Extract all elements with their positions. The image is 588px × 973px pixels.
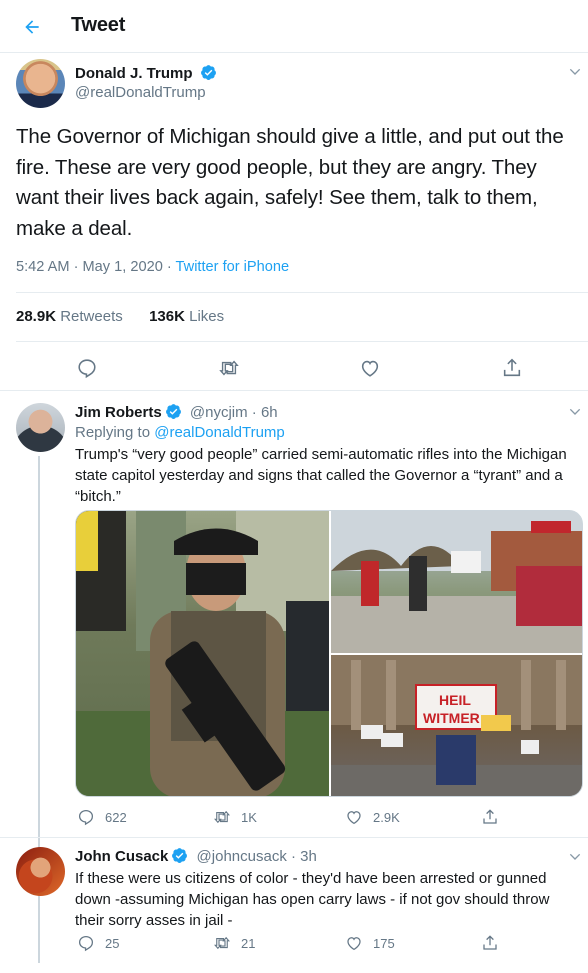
reply-author-handle[interactable]: @nycjim <box>190 404 248 421</box>
tweet-meta: 5:42 AM · May 1, 2020 · Twitter for iPho… <box>16 259 289 275</box>
retweet-action[interactable]: 21 <box>213 934 255 952</box>
reply-count: 622 <box>105 809 127 825</box>
main-author-handle[interactable]: @realDonaldTrump <box>75 84 206 101</box>
jim-roberts-avatar[interactable] <box>16 403 65 452</box>
reply-author-line: John Cusack @johncusack · 3h <box>75 847 317 868</box>
main-author-name[interactable]: Donald J. Trump <box>75 64 217 86</box>
photo-heil-witmer-sign[interactable]: HEIL WITMER <box>331 655 582 796</box>
sign-text-line1: HEIL <box>439 692 471 708</box>
share-icon[interactable] <box>501 357 523 379</box>
share-action[interactable] <box>481 934 499 952</box>
reply-age[interactable]: · 3h <box>291 848 317 865</box>
armed-protester-photo <box>76 511 329 796</box>
divider <box>0 390 588 391</box>
photo-grid[interactable]: HEIL WITMER <box>75 510 583 797</box>
chevron-down-icon[interactable] <box>567 849 583 865</box>
tweet-timestamp[interactable]: 5:42 AM · May 1, 2020 · <box>16 259 176 275</box>
photo-capitol-march[interactable] <box>331 511 582 653</box>
retweets-count: 28.9K <box>16 308 57 325</box>
main-tweet-text: The Governor of Michigan should give a l… <box>16 125 564 240</box>
back-arrow-icon[interactable] <box>18 14 46 40</box>
reply-icon[interactable] <box>77 808 95 826</box>
trump-avatar[interactable] <box>16 59 65 108</box>
like-count: 2.9K <box>373 809 400 825</box>
reply-text: If these were us citizens of color - the… <box>75 870 550 929</box>
retweet-icon[interactable] <box>213 808 231 826</box>
top-bar: Tweet <box>0 0 588 53</box>
replying-prefix: Replying to <box>75 424 155 441</box>
reply-actions: 622 1K 2.9K <box>75 808 570 830</box>
reply-author-name[interactable]: John Cusack <box>75 848 168 865</box>
retweet-count: 21 <box>241 935 256 951</box>
divider <box>16 292 588 293</box>
reply-author-line: Jim Roberts @nycjim · 6h <box>75 403 278 424</box>
retweet-icon[interactable] <box>218 357 240 379</box>
share-action[interactable] <box>481 808 499 826</box>
verified-badge-icon <box>165 403 182 424</box>
reply-actions: 25 21 175 <box>75 934 570 956</box>
divider <box>0 837 588 838</box>
john-cusack-avatar[interactable] <box>16 847 65 896</box>
replying-to-link[interactable]: @realDonaldTrump <box>154 424 285 441</box>
sign-text-line2: WITMER <box>423 710 480 726</box>
reply-icon[interactable] <box>76 357 98 379</box>
reply-author-name[interactable]: Jim Roberts <box>75 404 162 421</box>
tweet-source[interactable]: Twitter for iPhone <box>176 259 290 275</box>
heil-witmer-photo: HEIL WITMER <box>331 655 582 796</box>
reply-author-handle[interactable]: @johncusack <box>197 848 287 865</box>
main-tweet-actions <box>0 355 588 381</box>
chevron-down-icon[interactable] <box>567 404 583 420</box>
divider <box>16 341 588 342</box>
likes-label: Likes <box>189 308 225 325</box>
like-icon[interactable] <box>359 357 381 379</box>
capitol-march-photo <box>331 511 582 653</box>
reply-text: Trump's “very good people” carried semi-… <box>75 446 567 505</box>
engagement-stats: 28.9K Retweets 136K Likes <box>16 308 224 325</box>
like-action[interactable]: 2.9K <box>345 808 400 826</box>
retweets-label: Retweets <box>60 308 123 325</box>
likes-count: 136K <box>149 308 185 325</box>
retweet-icon[interactable] <box>213 934 231 952</box>
like-count: 175 <box>373 935 395 951</box>
reply-icon[interactable] <box>77 934 95 952</box>
photo-armed-protester[interactable] <box>76 511 329 796</box>
like-icon[interactable] <box>345 934 363 952</box>
page-title: Tweet <box>71 14 126 36</box>
share-icon[interactable] <box>481 808 499 826</box>
reply-count: 25 <box>105 935 120 951</box>
replying-to: Replying to @realDonaldTrump <box>75 424 285 441</box>
verified-badge-icon <box>171 847 188 868</box>
retweet-count: 1K <box>241 809 257 825</box>
reply-action[interactable]: 25 <box>77 934 119 952</box>
reply-age[interactable]: · 6h <box>252 404 278 421</box>
retweets-stat[interactable]: 28.9K Retweets <box>16 308 123 325</box>
share-icon[interactable] <box>481 934 499 952</box>
verified-badge-icon <box>200 64 217 86</box>
like-action[interactable]: 175 <box>345 934 395 952</box>
author-name[interactable]: Donald J. Trump <box>75 65 193 82</box>
like-icon[interactable] <box>345 808 363 826</box>
retweet-action[interactable]: 1K <box>213 808 257 826</box>
reply-action[interactable]: 622 <box>77 808 127 826</box>
chevron-down-icon[interactable] <box>567 64 583 80</box>
likes-stat[interactable]: 136K Likes <box>149 308 224 325</box>
